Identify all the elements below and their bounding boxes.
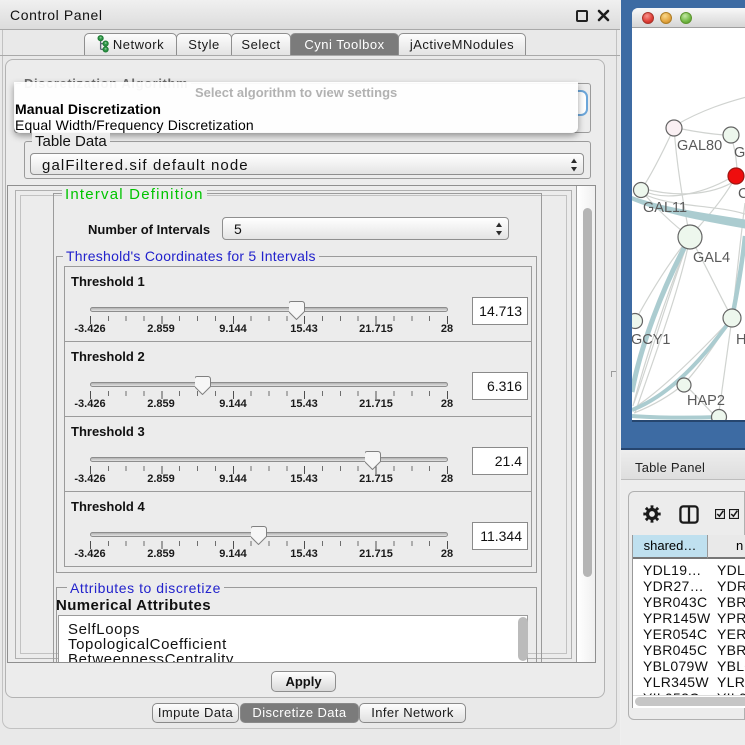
svg-text:H: H bbox=[736, 332, 745, 348]
svg-text:CD: CD bbox=[738, 186, 745, 202]
svg-text:GAL11: GAL11 bbox=[643, 200, 687, 216]
svg-text:HAP2: HAP2 bbox=[687, 393, 725, 409]
svg-text:GCY1: GCY1 bbox=[632, 332, 671, 348]
svg-text:GAL4: GAL4 bbox=[693, 250, 730, 266]
svg-text:GAL80: GAL80 bbox=[677, 138, 722, 154]
svg-text:GAL: GAL bbox=[734, 145, 745, 161]
